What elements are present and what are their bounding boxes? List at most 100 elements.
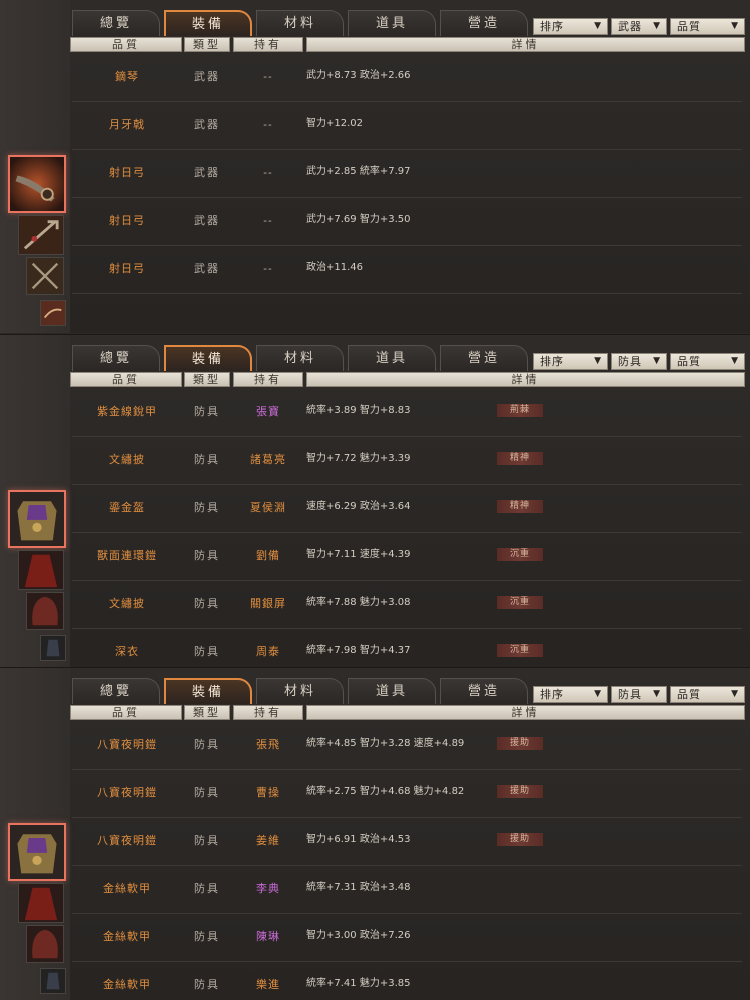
trait-badge: 援助 xyxy=(497,785,543,798)
type-filter-label: 防具 xyxy=(618,688,642,701)
item-name: 金絲軟甲 xyxy=(103,978,151,991)
header-type[interactable]: 類型 xyxy=(184,37,230,52)
table-header: 品質 類型 持有 詳情 xyxy=(0,372,750,387)
type-filter-label: 防具 xyxy=(618,355,642,368)
table-row[interactable]: 鎏金盔 防具 夏侯淵 速度+6.29 政治+3.64 精神 xyxy=(72,485,742,533)
header-type[interactable]: 類型 xyxy=(184,705,230,720)
chevron-down-icon: ▼ xyxy=(731,356,739,366)
header-owner[interactable]: 持有 xyxy=(233,37,303,52)
tab-items[interactable]: 道具 xyxy=(348,345,436,371)
chevron-down-icon: ▼ xyxy=(594,689,602,699)
trait-badge: 援助 xyxy=(497,833,543,846)
item-type: 武器 xyxy=(194,214,220,227)
armor-thumbnail-4[interactable] xyxy=(40,968,66,994)
header-quality[interactable]: 品質 xyxy=(70,705,182,720)
item-name: 八寶夜明鎧 xyxy=(97,786,157,799)
sort-label: 排序 xyxy=(540,355,564,368)
item-name: 文繡披 xyxy=(109,453,145,466)
table-row[interactable]: 八寶夜明鎧 防具 姜維 智力+6.91 政治+4.53 援助 xyxy=(72,818,742,866)
table-row[interactable]: 金絲軟甲 防具 陳琳 智力+3.00 政治+7.26 xyxy=(72,914,742,962)
tab-materials[interactable]: 材料 xyxy=(256,345,344,371)
weapon-thumbnail-2[interactable] xyxy=(18,215,64,255)
tab-items[interactable]: 道具 xyxy=(348,678,436,704)
table-row[interactable]: 月牙戟 武器 -- 智力+12.02 xyxy=(72,102,742,150)
category-tabs: 總覽 裝備 材料 道具 營造 xyxy=(72,345,530,372)
tab-materials[interactable]: 材料 xyxy=(256,10,344,36)
armor-thumbnail-3[interactable] xyxy=(26,925,64,963)
trait-badge: 沉重 xyxy=(497,644,543,657)
tab-equipment[interactable]: 裝備 xyxy=(164,10,252,36)
table-row[interactable]: 八寶夜明鎧 防具 曹操 統率+2.75 智力+4.68 魅力+4.82 援助 xyxy=(72,770,742,818)
header-quality[interactable]: 品質 xyxy=(70,37,182,52)
chevron-down-icon: ▼ xyxy=(594,21,602,31)
table-row[interactable]: 鏑琴 武器 -- 武力+8.73 政治+2.66 xyxy=(72,54,742,102)
sort-dropdown[interactable]: 排序 ▼ xyxy=(533,353,608,370)
armor-thumbnail-2[interactable] xyxy=(18,550,64,590)
armor-thumbnail-selected[interactable] xyxy=(8,823,66,881)
item-name: 射日弓 xyxy=(109,262,145,275)
item-name: 紫金線銳甲 xyxy=(97,405,157,418)
table-row[interactable]: 金絲軟甲 防具 李典 統率+7.31 政治+3.48 xyxy=(72,866,742,914)
armor-thumbnail-4[interactable] xyxy=(40,635,66,661)
type-filter-dropdown[interactable]: 防具 ▼ xyxy=(611,686,667,703)
table-row[interactable]: 八寶夜明鎧 防具 張飛 統率+4.85 智力+3.28 速度+4.89 援助 xyxy=(72,722,742,770)
item-stats: 統率+2.75 智力+4.68 魅力+4.82 xyxy=(306,786,465,797)
item-stats: 統率+3.89 智力+8.83 xyxy=(306,405,411,416)
table-header: 品質 類型 持有 詳情 xyxy=(0,37,750,52)
type-filter-dropdown[interactable]: 防具 ▼ xyxy=(611,353,667,370)
filter-bar: 排序 ▼ 防具 ▼ 品質 ▼ xyxy=(533,353,745,370)
item-name: 文繡披 xyxy=(109,597,145,610)
quality-filter-dropdown[interactable]: 品質 ▼ xyxy=(670,686,745,703)
sort-dropdown[interactable]: 排序 ▼ xyxy=(533,18,608,35)
tab-equipment[interactable]: 裝備 xyxy=(164,345,252,371)
item-type: 防具 xyxy=(194,597,220,610)
weapon-thumbnail-4[interactable] xyxy=(40,300,66,326)
header-owner[interactable]: 持有 xyxy=(233,372,303,387)
type-filter-dropdown[interactable]: 武器 ▼ xyxy=(611,18,667,35)
header-quality[interactable]: 品質 xyxy=(70,372,182,387)
table-row[interactable]: 金絲軟甲 防具 樂進 統率+7.41 魅力+3.85 xyxy=(72,962,742,1000)
weapon-thumbnail-selected[interactable] xyxy=(8,155,66,213)
table-row[interactable]: 文繡披 防具 諸葛亮 智力+7.72 魅力+3.39 精神 xyxy=(72,437,742,485)
sort-dropdown[interactable]: 排序 ▼ xyxy=(533,686,608,703)
item-name: 深衣 xyxy=(115,645,139,658)
tab-overview[interactable]: 總覽 xyxy=(72,10,160,36)
item-type: 防具 xyxy=(194,882,220,895)
table-row[interactable]: 射日弓 武器 -- 武力+7.69 智力+3.50 xyxy=(72,198,742,246)
armor-thumbnail-2[interactable] xyxy=(18,883,64,923)
item-owner: 姜維 xyxy=(256,834,280,847)
header-type[interactable]: 類型 xyxy=(184,372,230,387)
table-row[interactable]: 文繡披 防具 關銀屏 統率+7.88 魅力+3.08 沉重 xyxy=(72,581,742,629)
item-owner: 張寶 xyxy=(256,405,280,418)
tab-construction[interactable]: 營造 xyxy=(440,345,528,371)
item-type: 武器 xyxy=(194,166,220,179)
item-type: 防具 xyxy=(194,501,220,514)
tab-construction[interactable]: 營造 xyxy=(440,10,528,36)
armor-thumbnail-selected[interactable] xyxy=(8,490,66,548)
item-stats: 統率+7.41 魅力+3.85 xyxy=(306,978,411,989)
item-name: 金絲軟甲 xyxy=(103,882,151,895)
quality-filter-dropdown[interactable]: 品質 ▼ xyxy=(670,353,745,370)
filter-bar: 排序 ▼ 武器 ▼ 品質 ▼ xyxy=(533,18,745,35)
quality-filter-dropdown[interactable]: 品質 ▼ xyxy=(670,18,745,35)
trait-badge: 精神 xyxy=(497,500,543,513)
item-name: 射日弓 xyxy=(109,166,145,179)
header-owner[interactable]: 持有 xyxy=(233,705,303,720)
weapon-thumbnail-3[interactable] xyxy=(26,257,64,295)
chevron-down-icon: ▼ xyxy=(653,356,661,366)
tab-overview[interactable]: 總覽 xyxy=(72,678,160,704)
table-row[interactable]: 紫金線銳甲 防具 張寶 統率+3.89 智力+8.83 荊棘 xyxy=(72,389,742,437)
armor-thumbnail-3[interactable] xyxy=(26,592,64,630)
table-row[interactable]: 獸面連環鎧 防具 劉備 智力+7.11 速度+4.39 沉重 xyxy=(72,533,742,581)
tab-materials[interactable]: 材料 xyxy=(256,678,344,704)
tab-construction[interactable]: 營造 xyxy=(440,678,528,704)
table-row[interactable]: 射日弓 武器 -- 武力+2.85 統率+7.97 xyxy=(72,150,742,198)
item-name: 獸面連環鎧 xyxy=(97,549,157,562)
item-type: 武器 xyxy=(194,118,220,131)
tab-overview[interactable]: 總覽 xyxy=(72,345,160,371)
table-row[interactable]: 深衣 防具 周泰 統率+7.98 智力+4.37 沉重 xyxy=(72,629,742,667)
item-owner: 陳琳 xyxy=(256,930,280,943)
tab-equipment[interactable]: 裝備 xyxy=(164,678,252,704)
table-row[interactable]: 射日弓 武器 -- 政治+11.46 xyxy=(72,246,742,294)
tab-items[interactable]: 道具 xyxy=(348,10,436,36)
